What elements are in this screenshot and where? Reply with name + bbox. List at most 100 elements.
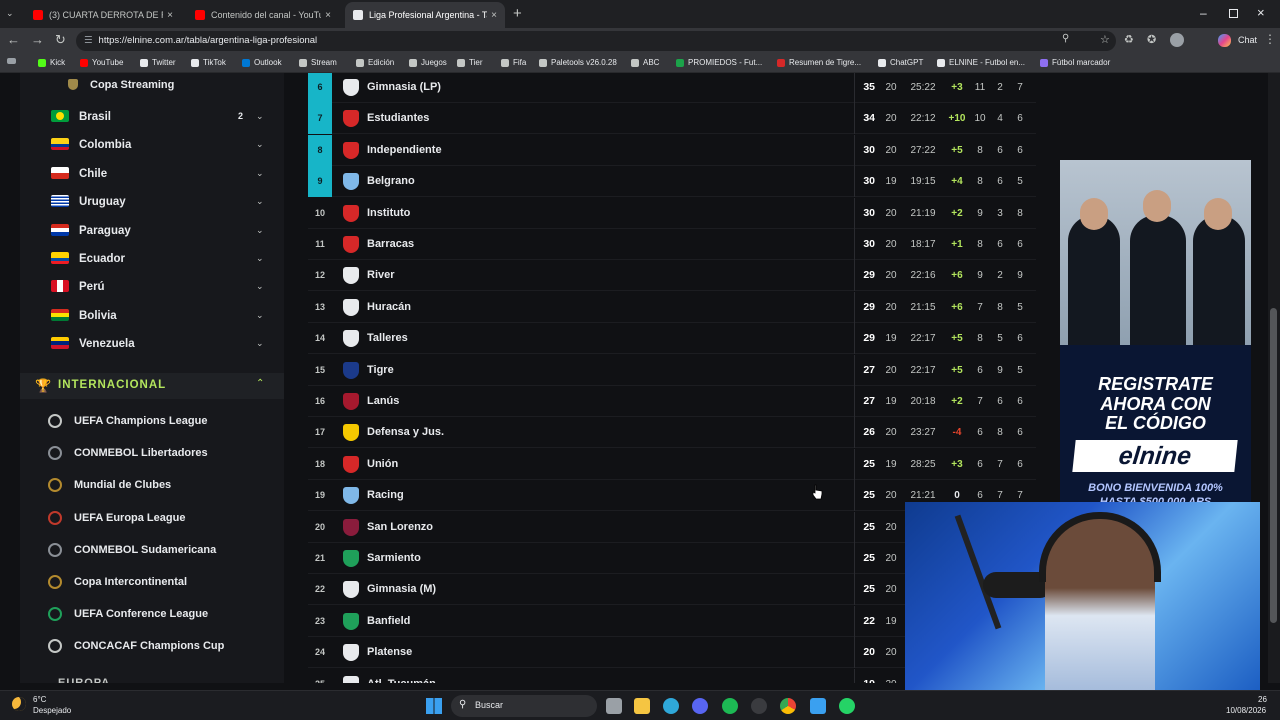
chevron-down-icon[interactable]: ⌄ — [256, 253, 264, 264]
chevron-down-icon[interactable]: ⌄ — [256, 225, 264, 236]
page-scrollbar[interactable] — [1268, 73, 1280, 683]
team-name[interactable]: Banfield — [367, 606, 410, 637]
chevron-down-icon[interactable]: ⌄ — [256, 139, 264, 150]
sidebar-country-item[interactable]: Brasil — [79, 107, 111, 127]
back-icon[interactable]: ← — [7, 32, 20, 47]
europa-section-header[interactable]: EUROPA — [58, 677, 110, 683]
extensions-icon[interactable]: ♻ — [1124, 33, 1134, 46]
bookmark-item[interactable]: Fifa — [501, 58, 526, 67]
sidebar-country-item[interactable]: Perú — [79, 277, 105, 297]
table-row[interactable]: 10 Instituto 30 20 21:19 +2 9 3 8 — [308, 197, 1036, 229]
minimize-icon[interactable]: – — [1200, 6, 1207, 20]
bookmark-item[interactable]: PROMIEDOS - Fut... — [676, 58, 762, 67]
site-info-icon[interactable]: ☰ — [84, 35, 93, 46]
scrollbar-thumb[interactable] — [1270, 308, 1277, 623]
bookmark-item[interactable]: ABC — [631, 58, 659, 67]
sidebar-competition-item[interactable]: UEFA Conference League — [74, 608, 208, 620]
sidebar-competition-item[interactable]: CONMEBOL Sudamericana — [74, 544, 216, 556]
forward-icon[interactable]: → — [31, 32, 44, 47]
sidebar-country-item[interactable]: Bolivia — [79, 306, 117, 326]
star-icon[interactable]: ☆ — [1100, 33, 1110, 46]
team-name[interactable]: Lanús — [367, 386, 399, 417]
table-row[interactable]: 18 Unión 25 19 28:25 +3 6 7 6 — [308, 448, 1036, 480]
bookmarks-apps-icon[interactable] — [7, 58, 20, 64]
bookmark-item[interactable]: Resumen de Tigre... — [777, 58, 861, 67]
team-name[interactable]: San Lorenzo — [367, 512, 433, 543]
sidebar-country-item[interactable]: Venezuela — [79, 334, 135, 354]
reload-icon[interactable]: ↻ — [55, 32, 66, 48]
edge-icon[interactable] — [663, 698, 679, 714]
chevron-down-icon[interactable]: ⌄ — [256, 338, 264, 349]
spotify-icon[interactable] — [722, 698, 738, 714]
close-tab-icon[interactable]: × — [491, 10, 497, 21]
zoom-icon[interactable]: ⚲ — [1062, 33, 1069, 44]
bookmark-item[interactable]: Tier — [457, 58, 482, 67]
close-tab-icon[interactable]: × — [325, 10, 331, 21]
table-row[interactable]: 14 Talleres 29 19 22:17 +5 8 5 6 — [308, 323, 1036, 355]
sidebar-country-item[interactable]: Colombia — [79, 135, 131, 155]
sidebar-country-item[interactable]: Uruguay — [79, 192, 126, 212]
menu-icon[interactable]: ⋮ — [1264, 32, 1276, 46]
whatsapp-icon[interactable] — [839, 698, 855, 714]
sidebar-country-item[interactable]: Chile — [79, 164, 107, 184]
bookmark-item[interactable]: Juegos — [409, 58, 447, 67]
team-name[interactable]: Racing — [367, 480, 404, 511]
bookmark-item[interactable]: TikTok — [191, 58, 226, 67]
close-tab-icon[interactable]: × — [167, 10, 173, 21]
sidebar-competition-item[interactable]: Mundial de Clubes — [74, 479, 171, 491]
obs-icon[interactable] — [751, 698, 767, 714]
internacional-section-header[interactable]: 🏆 INTERNACIONAL ⌃ — [20, 373, 284, 399]
table-row[interactable]: 9 Belgrano 30 19 19:15 +4 8 6 5 — [308, 166, 1036, 198]
team-name[interactable]: Sarmiento — [367, 543, 421, 574]
team-name[interactable]: River — [367, 260, 395, 291]
notepad-icon[interactable] — [810, 698, 826, 714]
table-row[interactable]: 16 Lanús 27 19 20:18 +2 7 6 6 — [308, 386, 1036, 417]
tab-search-icon[interactable]: ⌄ — [6, 8, 20, 20]
task-view-icon[interactable] — [606, 698, 622, 714]
restore-icon[interactable] — [1229, 9, 1238, 18]
table-row[interactable]: 7 Estudiantes 34 20 22:12 +10 10 4 6 — [308, 103, 1036, 135]
chevron-down-icon[interactable]: ⌄ — [256, 196, 264, 207]
team-name[interactable]: Instituto — [367, 198, 410, 229]
team-name[interactable]: Barracas — [367, 229, 414, 260]
bookmark-item[interactable]: Kick — [38, 58, 65, 67]
team-name[interactable]: Platense — [367, 637, 412, 668]
chevron-down-icon[interactable]: ⌄ — [256, 168, 264, 179]
table-row[interactable]: 6 Gimnasia (LP) 35 20 25:22 +3 11 2 7 — [308, 73, 1036, 103]
team-name[interactable]: Independiente — [367, 135, 442, 166]
address-bar[interactable]: ☰ https://elnine.com.ar/tabla/argentina-l… — [76, 31, 1116, 51]
chrome-icon[interactable] — [780, 698, 796, 714]
sidebar-competition-item[interactable]: CONMEBOL Libertadores — [74, 447, 208, 459]
team-name[interactable]: Defensa y Jus. — [367, 417, 444, 448]
team-name[interactable]: Talleres — [367, 323, 408, 354]
bookmark-item[interactable]: Fútbol marcador — [1040, 58, 1110, 67]
team-name[interactable]: Atl. Tucumán — [367, 669, 436, 683]
sidebar-item-copa-streaming[interactable]: Copa Streaming — [90, 79, 174, 91]
team-name[interactable]: Belgrano — [367, 166, 415, 197]
advertisement-banner[interactable]: REGISTRATE AHORA CON EL CÓDIGO elnine BO… — [1060, 160, 1251, 505]
bookmark-item[interactable]: Edición — [356, 58, 394, 67]
sidebar-competition-item[interactable]: UEFA Champions League — [74, 415, 207, 427]
close-window-icon[interactable]: × — [1257, 5, 1265, 20]
windows-start-icon[interactable] — [426, 698, 442, 714]
team-name[interactable]: Huracán — [367, 292, 411, 323]
sidebar-country-item[interactable]: Ecuador — [79, 249, 125, 269]
browser-tab-3[interactable]: Liga Profesional Argentina - Tabla × — [345, 2, 505, 28]
copilot-icon[interactable] — [1218, 34, 1231, 47]
bookmark-item[interactable]: Stream — [299, 58, 337, 67]
team-name[interactable]: Gimnasia (M) — [367, 574, 436, 605]
table-row[interactable]: 11 Barracas 30 20 18:17 +1 8 6 6 — [308, 229, 1036, 260]
chevron-down-icon[interactable]: ⌄ — [256, 111, 264, 122]
sidebar-competition-item[interactable]: UEFA Europa League — [74, 512, 185, 524]
file-explorer-icon[interactable] — [634, 698, 650, 714]
chat-label[interactable]: Chat — [1238, 35, 1257, 45]
browser-tab-1[interactable]: (3) CUARTA DERROTA DE RIVER Y × — [25, 2, 181, 28]
chevron-down-icon[interactable]: ⌄ — [256, 310, 264, 321]
team-name[interactable]: Tigre — [367, 355, 394, 386]
favorites-icon[interactable]: ✪ — [1147, 33, 1156, 46]
team-name[interactable]: Unión — [367, 449, 398, 480]
avatar[interactable] — [1170, 33, 1184, 47]
sidebar-competition-item[interactable]: CONCACAF Champions Cup — [74, 640, 224, 652]
bookmark-item[interactable]: Paletools v26.0.28 — [539, 58, 617, 67]
bookmark-item[interactable]: YouTube — [80, 58, 123, 67]
